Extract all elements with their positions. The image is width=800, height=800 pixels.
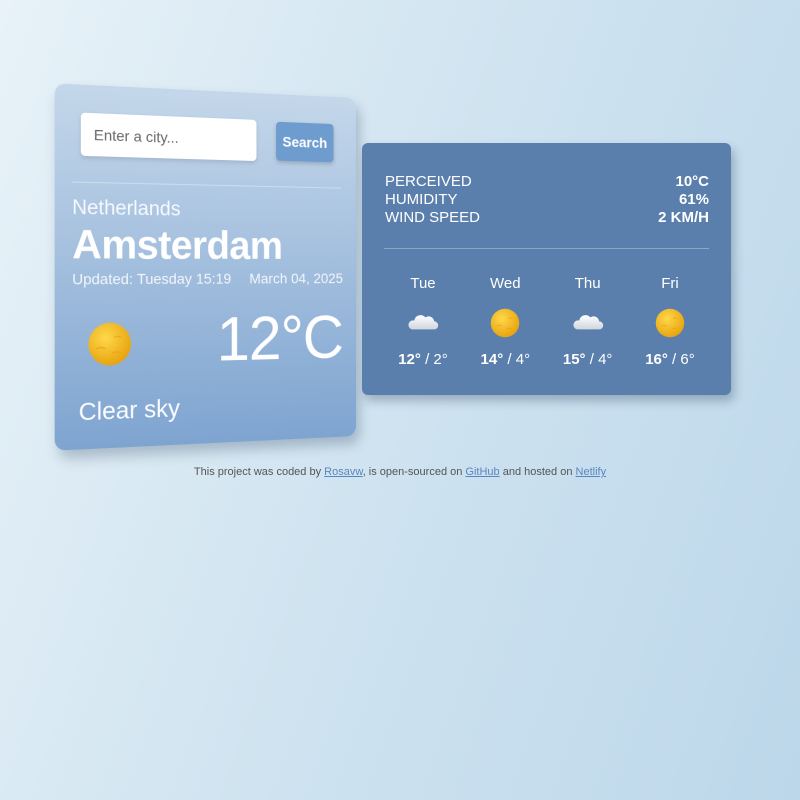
footer-text: This project was coded by xyxy=(193,466,325,478)
footer-text: and hosted on xyxy=(499,466,576,478)
netlify-link[interactable]: Netlify xyxy=(576,466,607,478)
forecast-day-name: Fri xyxy=(661,275,679,292)
forecast-high: 15° xyxy=(562,351,586,368)
last-updated: Updated: Tuesday 15:19 xyxy=(72,270,232,288)
forecast-day-tue: Tue 12° / 2° xyxy=(382,275,464,368)
cloud-icon xyxy=(407,313,439,333)
forecast-day-wed: Wed 14° / 4° xyxy=(464,275,546,368)
footer: This project was coded by Rosavw, is ope… xyxy=(0,466,800,478)
author-link[interactable]: Rosavw xyxy=(324,466,363,478)
city-search-input[interactable] xyxy=(80,112,257,162)
footer-text: , is open-sourced on xyxy=(362,466,466,478)
forecast-day-name: Thu xyxy=(574,275,601,292)
forecast-day-thu: Thu 15° / 4° xyxy=(547,275,629,368)
github-link[interactable]: GitHub xyxy=(465,466,499,478)
forecast-day-name: Tue xyxy=(410,275,436,292)
sun-icon xyxy=(87,321,132,367)
stat-value: 10°C xyxy=(675,173,709,190)
weather-stats: PERCEIVED 10°C HUMIDITY 61% WIND SPEED 2… xyxy=(385,173,709,227)
cloud-icon xyxy=(572,313,604,333)
country-name: Netherlands xyxy=(72,196,181,221)
stat-value: 2 KM/H xyxy=(658,209,709,226)
stat-label: WIND SPEED xyxy=(385,209,481,226)
forecast-day-name: Wed xyxy=(490,275,521,292)
search-button[interactable]: Search xyxy=(276,121,334,163)
stat-label: HUMIDITY xyxy=(385,191,458,208)
forecast-temps: 14° / 4° xyxy=(464,351,546,368)
forecast-temps: 15° / 4° xyxy=(547,351,629,368)
forecast-separator: / xyxy=(585,351,599,368)
sun-icon xyxy=(655,308,685,338)
forecast-high: 16° xyxy=(645,351,668,368)
search-form: Search xyxy=(80,112,337,164)
current-weather-card: Search Netherlands Amsterdam Updated: Tu… xyxy=(54,83,357,451)
details-panel: PERCEIVED 10°C HUMIDITY 61% WIND SPEED 2… xyxy=(362,143,731,395)
forecast-high: 14° xyxy=(480,351,504,368)
current-temperature: 12°C xyxy=(216,303,343,375)
forecast-low: 4° xyxy=(515,351,531,368)
weather-description: Clear sky xyxy=(78,394,180,426)
forecast-separator: / xyxy=(503,351,516,368)
forecast-list: Tue 12° / 2° Wed 14° / 4° Thu 15° / 4° F… xyxy=(382,275,711,368)
current-date: March 04, 2025 xyxy=(249,270,343,287)
forecast-low: 4° xyxy=(598,351,613,368)
forecast-temps: 16° / 6° xyxy=(629,351,711,368)
forecast-day-fri: Fri 16° / 6° xyxy=(629,275,711,368)
stat-humidity: HUMIDITY 61% xyxy=(385,191,709,209)
forecast-separator: / xyxy=(420,351,434,368)
stat-wind-speed: WIND SPEED 2 KM/H xyxy=(385,209,709,227)
current-weather-stage: Search Netherlands Amsterdam Updated: Tu… xyxy=(54,83,357,451)
stat-value: 61% xyxy=(678,191,709,208)
forecast-temps: 12° / 2° xyxy=(382,351,464,368)
stat-perceived: PERCEIVED 10°C xyxy=(385,173,709,191)
panel-divider xyxy=(384,248,709,249)
forecast-separator: / xyxy=(667,351,681,368)
city-name: Amsterdam xyxy=(72,222,283,269)
stat-label: PERCEIVED xyxy=(385,173,472,190)
forecast-high: 12° xyxy=(398,351,421,368)
card-divider xyxy=(72,181,342,189)
forecast-low: 2° xyxy=(433,351,448,368)
sun-icon xyxy=(490,308,520,338)
forecast-low: 6° xyxy=(680,351,695,368)
